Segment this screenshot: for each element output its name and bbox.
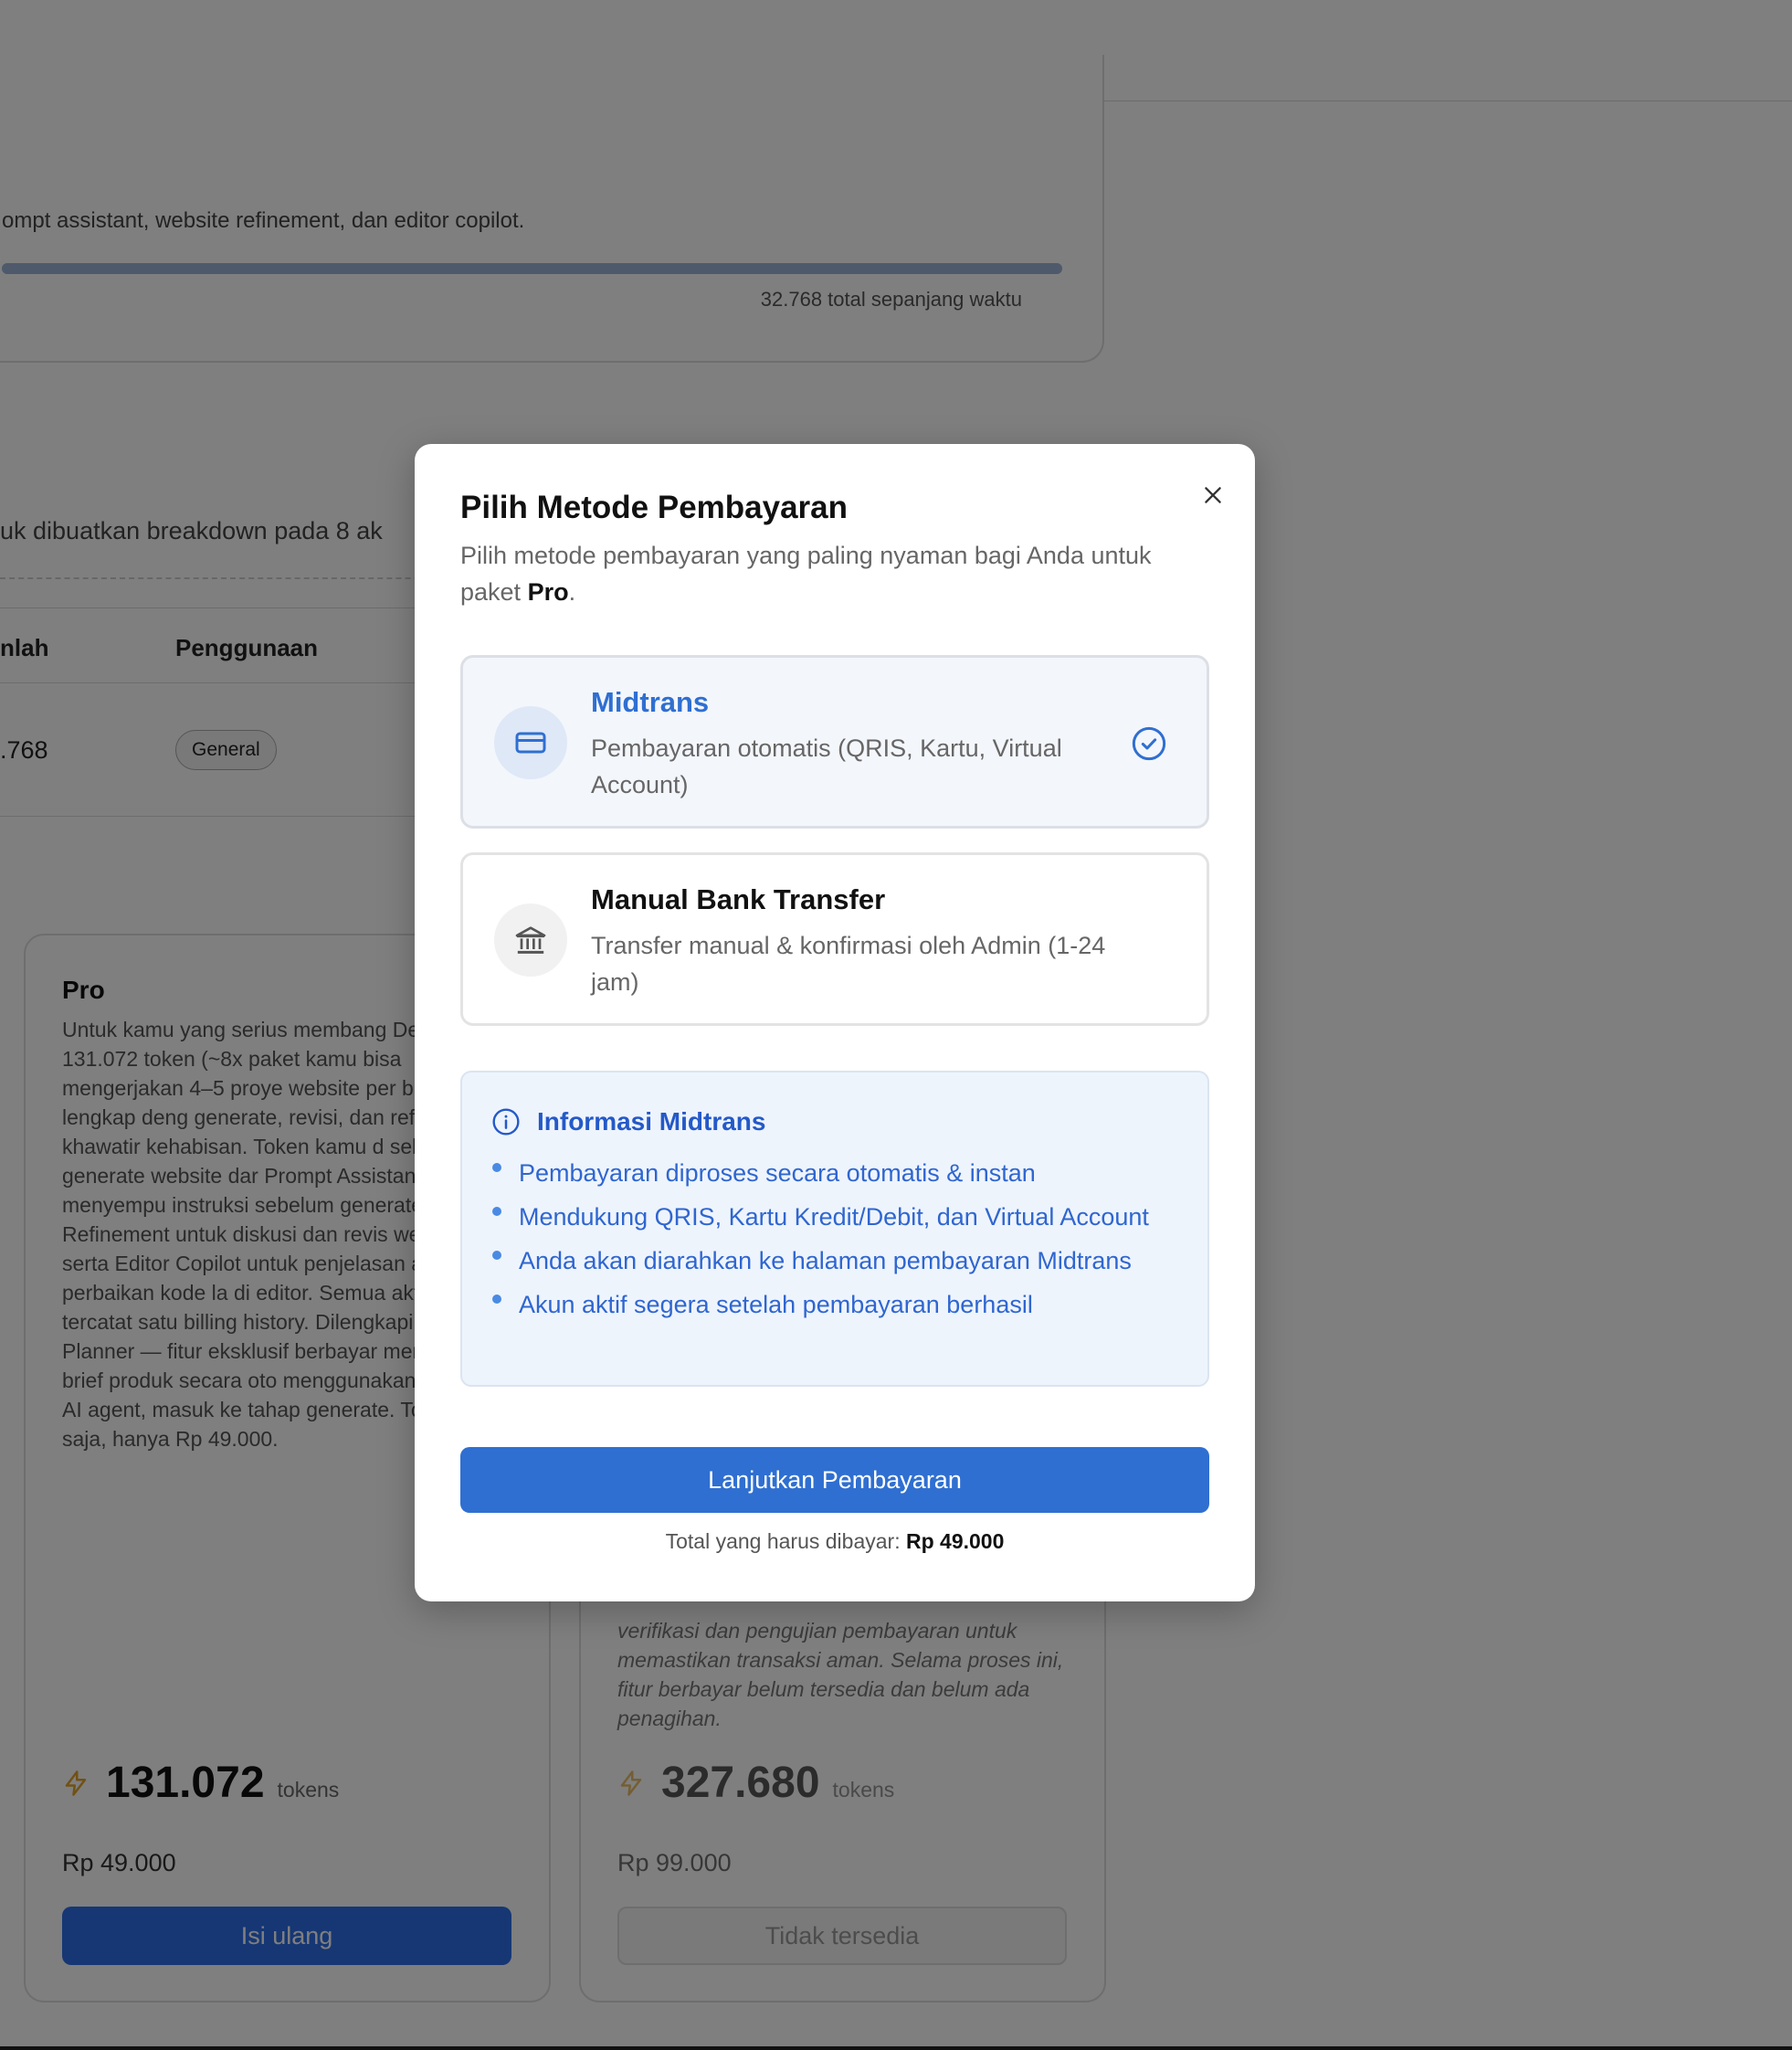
- method-icon-badge: [494, 903, 567, 977]
- check-circle-icon: [1132, 726, 1166, 761]
- payment-option-bank-transfer[interactable]: Manual Bank Transfer Transfer manual & k…: [460, 852, 1209, 1026]
- subtitle-plan-name: Pro: [527, 578, 569, 606]
- info-icon: [492, 1108, 520, 1136]
- close-icon: [1205, 487, 1221, 503]
- window-bottom-edge: [0, 2046, 1792, 2050]
- info-item: Akun aktif segera setelah pembayaran ber…: [491, 1286, 1186, 1323]
- info-item: Mendukung QRIS, Kartu Kredit/Debit, dan …: [491, 1199, 1186, 1235]
- total-value: Rp 49.000: [905, 1529, 1005, 1553]
- total-due: Total yang harus dibayar: Rp 49.000: [415, 1529, 1255, 1554]
- continue-payment-button[interactable]: Lanjutkan Pembayaran: [460, 1447, 1209, 1513]
- midtrans-info-box: Informasi Midtrans Pembayaran diproses s…: [460, 1071, 1209, 1387]
- dialog-subtitle: Pilih metode pembayaran yang paling nyam…: [460, 537, 1209, 610]
- total-label: Total yang harus dibayar:: [665, 1529, 906, 1553]
- payment-method-dialog: Pilih Metode Pembayaran Pilih metode pem…: [415, 444, 1255, 1601]
- dialog-title: Pilih Metode Pembayaran: [460, 490, 849, 525]
- method-name: Manual Bank Transfer: [591, 883, 886, 915]
- method-icon-badge: [494, 706, 567, 779]
- method-description: Transfer manual & konfirmasi oleh Admin …: [591, 932, 1106, 996]
- method-description: Pembayaran otomatis (QRIS, Kartu, Virtua…: [591, 734, 1062, 798]
- subtitle-suffix: .: [568, 578, 576, 606]
- info-list: Pembayaran diproses secara otomatis & in…: [491, 1155, 1186, 1330]
- bank-icon: [515, 926, 546, 954]
- info-title: Informasi Midtrans: [537, 1107, 766, 1136]
- info-header: Informasi Midtrans: [491, 1107, 765, 1136]
- payment-option-midtrans[interactable]: Midtrans Pembayaran otomatis (QRIS, Kart…: [460, 655, 1209, 829]
- credit-card-icon: [515, 732, 546, 754]
- info-item: Pembayaran diproses secara otomatis & in…: [491, 1155, 1186, 1191]
- close-button[interactable]: [1193, 475, 1233, 515]
- info-item: Anda akan diarahkan ke halaman pembayara…: [491, 1242, 1186, 1279]
- method-name: Midtrans: [591, 686, 710, 718]
